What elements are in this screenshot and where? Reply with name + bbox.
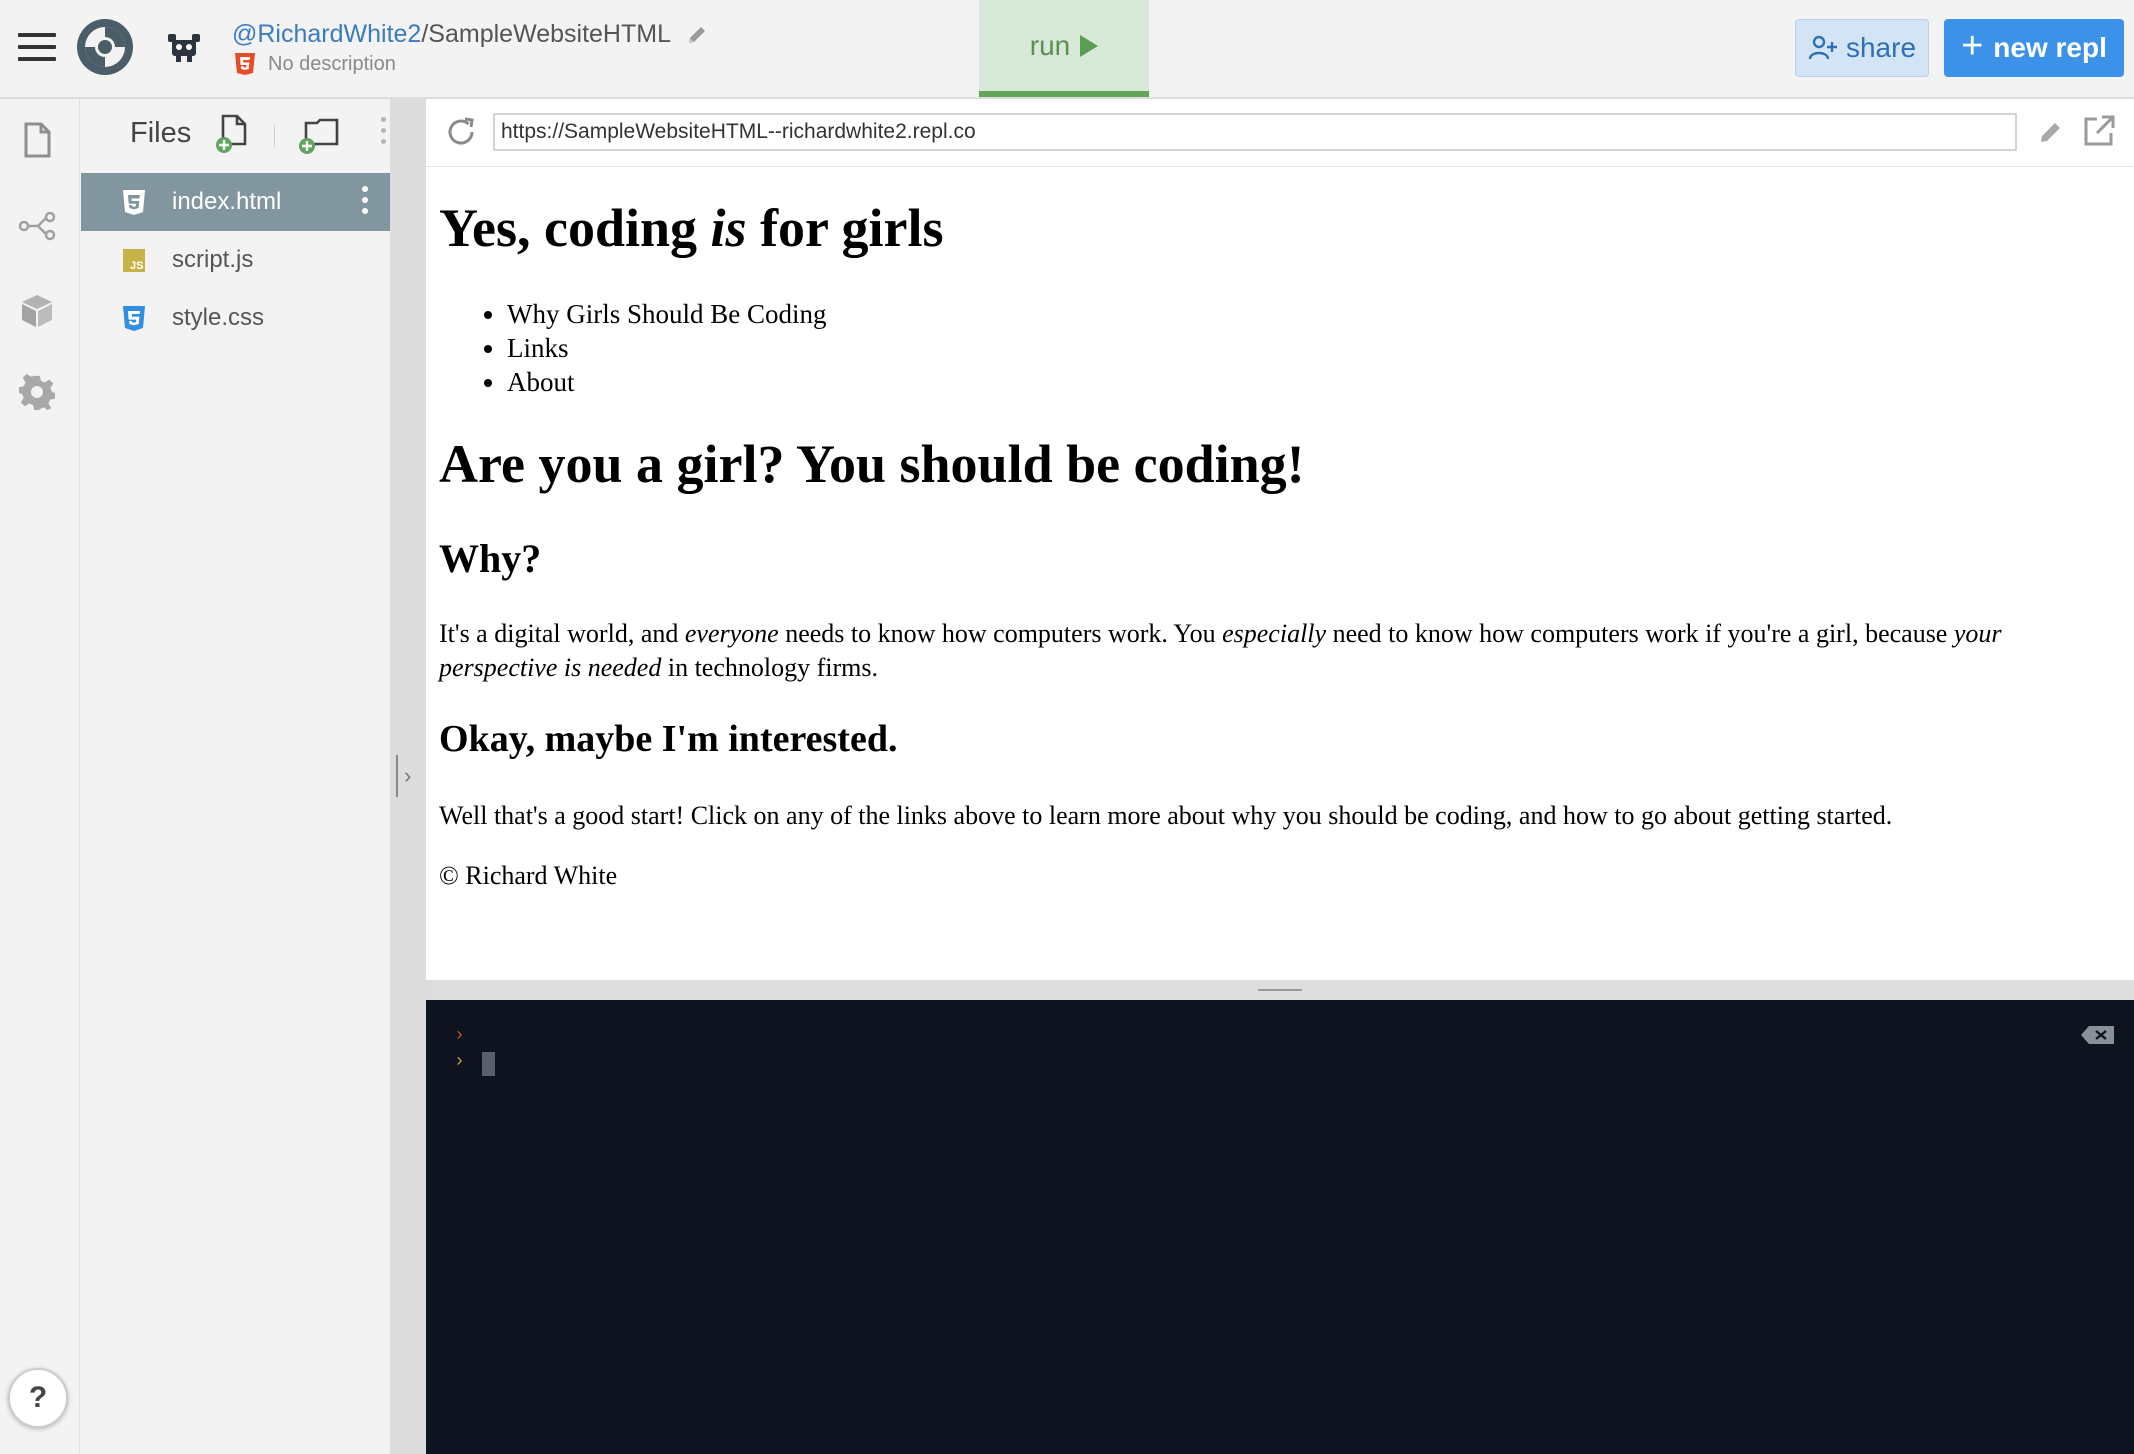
file-name: index.html <box>172 188 282 215</box>
pencil-icon[interactable] <box>2038 119 2064 145</box>
packages-icon[interactable] <box>18 292 56 330</box>
repl-title: @RichardWhite2/SampleWebsiteHTML <box>232 18 709 50</box>
copyright-text: © Richard White <box>439 861 618 890</box>
nav-link-why[interactable]: Why Girls Should Be Coding <box>507 299 827 329</box>
open-in-new-tab-icon[interactable] <box>2082 114 2116 148</box>
plus-icon: + <box>1961 25 1984 67</box>
replit-logo[interactable] <box>75 17 135 77</box>
pencil-icon[interactable] <box>685 23 709 47</box>
preview-url-bar <box>426 99 2134 167</box>
html5-icon <box>123 190 145 215</box>
chevron-right-icon[interactable]: › <box>404 763 411 789</box>
file-item-script-js[interactable]: JS script.js <box>81 231 390 289</box>
panel-resizer[interactable]: › <box>390 99 426 1454</box>
version-control-icon[interactable] <box>18 207 56 245</box>
heading-emphasis: is <box>710 198 747 258</box>
heading-text: Yes, coding <box>439 198 711 258</box>
header-divider <box>274 125 275 147</box>
files-title: Files <box>130 117 192 149</box>
javascript-icon: JS <box>123 249 145 272</box>
clear-console-icon[interactable] <box>2080 1024 2116 1046</box>
run-button[interactable]: run <box>979 0 1149 97</box>
mascot-icon[interactable] <box>166 30 202 64</box>
preview-url-input[interactable] <box>493 113 2017 151</box>
menu-icon[interactable] <box>18 33 56 61</box>
file-name: style.css <box>172 304 265 331</box>
why-heading: Why? <box>439 536 542 581</box>
nav-link-about[interactable]: About <box>507 367 575 397</box>
repl-name[interactable]: SampleWebsiteHTML <box>428 20 670 48</box>
new-repl-button[interactable]: + new repl <box>1944 19 2124 77</box>
svg-text:JS: JS <box>130 260 143 272</box>
play-icon <box>1080 34 1099 57</box>
heading-text: for girls <box>746 198 944 258</box>
console-prompt: › <box>454 1052 465 1072</box>
files-more-icon[interactable] <box>379 117 387 151</box>
files-icon[interactable] <box>18 121 56 159</box>
add-folder-icon[interactable] <box>297 117 341 155</box>
html5-icon <box>235 53 255 75</box>
console-cursor <box>482 1052 495 1076</box>
new-repl-label: new repl <box>1993 32 2107 63</box>
web-preview: Yes, coding is for girls Why Girls Shoul… <box>426 99 2134 980</box>
file-name: script.js <box>172 246 254 273</box>
interested-paragraph: Well that's a good start! Click on any o… <box>439 801 1893 830</box>
resize-grip <box>1258 989 1302 991</box>
activity-rail: ? <box>0 99 80 1454</box>
nav-list: Why Girls Should Be Coding Links About <box>507 297 827 399</box>
nav-item: Links <box>507 331 827 365</box>
repl-description[interactable]: No description <box>268 53 396 76</box>
page-heading: Yes, coding is for girls <box>439 197 944 259</box>
nav-link-links[interactable]: Links <box>507 333 569 363</box>
files-panel: Files index.html JS script.js style.css <box>81 99 390 1454</box>
nav-item: About <box>507 365 827 399</box>
file-item-index-html[interactable]: index.html <box>81 173 390 231</box>
nav-item: Why Girls Should Be Coding <box>507 297 827 331</box>
interested-heading: Okay, maybe I'm interested. <box>439 718 898 760</box>
share-button[interactable]: share <box>1795 19 1929 77</box>
files-header: Files <box>81 99 390 173</box>
resize-handle <box>396 755 398 797</box>
repl-owner-link[interactable]: @RichardWhite2 <box>232 20 421 48</box>
repl-description-row: No description <box>234 51 396 77</box>
settings-icon[interactable] <box>18 373 56 411</box>
top-bar: @RichardWhite2/SampleWebsiteHTML No desc… <box>0 0 2134 99</box>
help-button[interactable]: ? <box>8 1368 68 1428</box>
reload-icon[interactable] <box>444 115 478 149</box>
console-resizer[interactable] <box>426 980 2134 1000</box>
css3-icon <box>123 306 145 331</box>
add-file-icon[interactable] <box>215 113 251 155</box>
console-prompt: › <box>454 1026 465 1046</box>
file-item-style-css[interactable]: style.css <box>81 289 390 347</box>
why-paragraph: It's a digital world, and everyone needs… <box>439 619 2002 682</box>
add-user-icon <box>1808 35 1837 60</box>
file-options-icon[interactable] <box>361 186 369 218</box>
console-panel[interactable]: › › <box>426 1000 2134 1454</box>
run-label: run <box>1029 29 1071 61</box>
section-heading: Are you a girl? You should be coding! <box>439 434 1305 494</box>
share-label: share <box>1845 32 1917 63</box>
